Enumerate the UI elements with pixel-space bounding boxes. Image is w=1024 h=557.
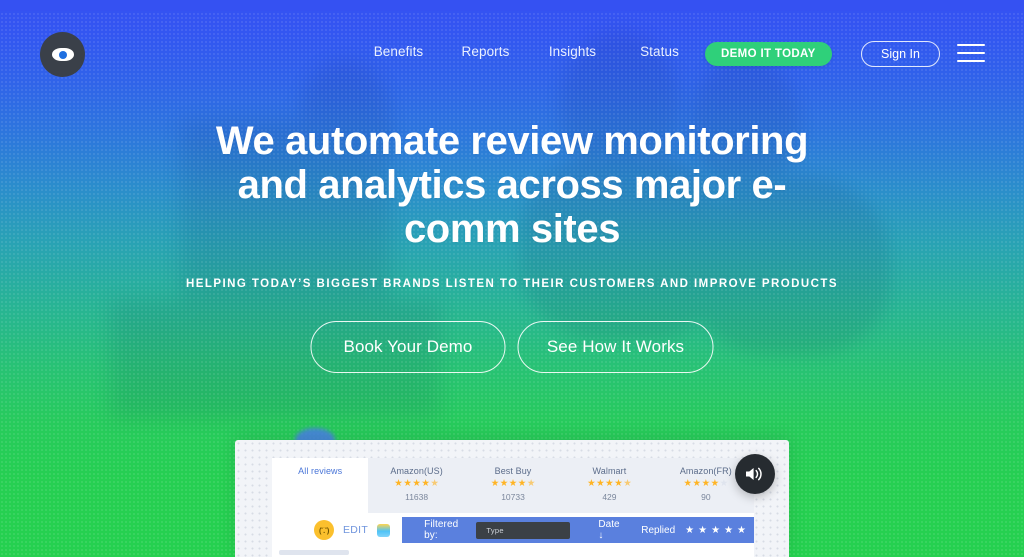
nav-link-reports[interactable]: Reports	[442, 44, 529, 59]
demo-it-today-button[interactable]: DEMO IT TODAY	[705, 42, 832, 66]
replied-filter-button[interactable]: Replied	[641, 525, 675, 536]
star-full-icon: ★	[605, 478, 614, 489]
cta-button-group: Book Your Demo See How It Works	[310, 321, 714, 373]
tab-review-count: 10733	[501, 492, 525, 502]
review-toolbar: (˘.˘) EDIT Filtered by: Type Date ↓ Repl…	[272, 517, 754, 543]
tab-review-count: 11638	[405, 492, 429, 502]
tab-label: Amazon(US)	[390, 466, 443, 476]
see-how-it-works-button[interactable]: See How It Works	[517, 321, 714, 373]
nav-link-benefits[interactable]: Benefits	[355, 44, 442, 59]
logo[interactable]	[40, 32, 85, 77]
tab-all-reviews[interactable]: All reviews	[272, 458, 369, 513]
filter-bar: Filtered by: Type Date ↓ Replied ★ ★ ★ ★ ★	[402, 517, 754, 543]
page-title: We automate review monitoring and analyt…	[215, 119, 809, 251]
star-full-icon: ★	[421, 478, 430, 489]
tab-label: Walmart	[592, 466, 627, 476]
filter-star-icon[interactable]: ★	[724, 525, 733, 536]
site-header: Benefits Reports Insights Status DEMO IT…	[0, 11, 1024, 77]
star-full-icon: ★	[614, 478, 623, 489]
star-full-icon: ★	[403, 478, 412, 489]
star-full-icon: ★	[394, 478, 403, 489]
tab-review-count: 429	[602, 492, 617, 502]
star-full-icon: ★	[587, 478, 596, 489]
tab-star-rating: ★ ★ ★ ★ ★	[587, 479, 632, 489]
preview-card: All reviews Amazon(US) ★ ★ ★ ★ ★ 11638 Best Buy ★…	[235, 440, 789, 557]
filtered-by-label: Filtered by:	[424, 519, 459, 541]
book-your-demo-button[interactable]: Book Your Demo	[310, 321, 506, 373]
star-full-icon: ★	[517, 478, 527, 489]
star-full-icon: ★	[499, 478, 509, 489]
page-subtitle: HELPING TODAY’S BIGGEST BRANDS LISTEN TO…	[186, 278, 838, 290]
tab-label: Best Buy	[494, 466, 532, 476]
tab-star-rating: ★ ★ ★ ★ ★	[491, 479, 536, 489]
type-filter-input[interactable]: Type	[476, 521, 571, 539]
nav-link-insights[interactable]: Insights	[529, 44, 616, 59]
star-full-icon: ★	[692, 478, 702, 489]
star-full-icon: ★	[490, 478, 500, 489]
tab-walmart[interactable]: Walmart ★ ★ ★ ★ ★ 429	[561, 458, 658, 513]
review-source-tabs: All reviews Amazon(US) ★ ★ ★ ★ ★ 11638 Best Buy ★…	[272, 458, 755, 513]
tab-review-count: 90	[701, 492, 711, 502]
tab-best-buy[interactable]: Best Buy ★ ★ ★ ★ ★ 10733	[464, 458, 562, 513]
tab-star-rating: ★ ★ ★ ★ ★	[684, 479, 729, 489]
filter-star-icon[interactable]: ★	[711, 525, 720, 536]
star-full-icon: ★	[701, 478, 711, 489]
star-full-icon: ★	[412, 478, 421, 489]
top-accent-strip	[0, 0, 1024, 11]
tab-label: Amazon(FR)	[679, 466, 732, 476]
tab-star-rating: ★ ★ ★ ★ ★	[394, 479, 439, 489]
hamburger-menu-icon[interactable]	[957, 44, 985, 62]
edit-link[interactable]: EDIT	[343, 524, 368, 536]
sort-by-date-button[interactable]: Date ↓	[598, 519, 624, 541]
star-half-icon: ★	[623, 478, 632, 489]
eye-pupil	[58, 50, 67, 59]
page-root: Benefits Reports Insights Status DEMO IT…	[0, 0, 1024, 557]
filter-star-icon[interactable]: ★	[685, 525, 694, 536]
dashboard-preview: All reviews Amazon(US) ★ ★ ★ ★ ★ 11638 Best Buy ★…	[235, 428, 789, 557]
star-empty-icon: ★	[719, 478, 729, 489]
review-list-placeholder	[279, 550, 349, 555]
sound-toggle-button[interactable]	[735, 454, 775, 494]
filter-star-icon[interactable]: ★	[698, 525, 707, 536]
star-half-icon: ★	[526, 478, 536, 489]
speaker-volume-icon	[746, 467, 762, 481]
filter-star-icon[interactable]: ★	[737, 525, 746, 536]
star-full-icon: ★	[710, 478, 720, 489]
eye-icon	[51, 48, 74, 61]
tab-amazon-us[interactable]: Amazon(US) ★ ★ ★ ★ ★ 11638	[368, 458, 465, 513]
main-navigation: Benefits Reports Insights Status	[355, 44, 703, 59]
sign-in-button[interactable]: Sign In	[861, 41, 940, 67]
sticker-emoji[interactable]	[377, 523, 391, 537]
star-full-icon: ★	[508, 478, 518, 489]
star-full-icon: ★	[596, 478, 605, 489]
star-half-icon: ★	[430, 478, 439, 489]
neutral-face-emoji[interactable]: (˘.˘)	[314, 520, 334, 540]
rating-filter-stars[interactable]: ★ ★ ★ ★ ★	[685, 525, 746, 536]
nav-link-status[interactable]: Status	[616, 44, 703, 59]
tab-label: All reviews	[298, 466, 343, 476]
star-full-icon: ★	[683, 478, 693, 489]
